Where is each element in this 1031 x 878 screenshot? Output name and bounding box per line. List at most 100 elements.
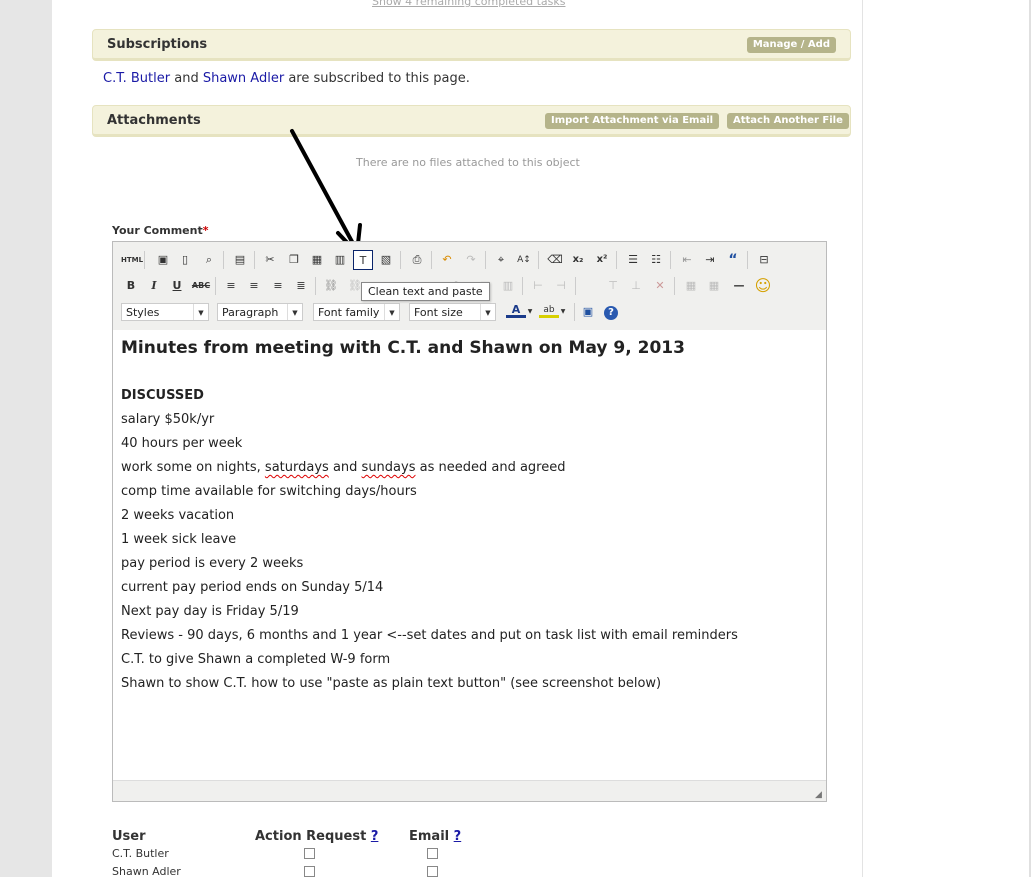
content-heading: Minutes from meeting with C.T. and Shawn… [121,338,685,358]
insert-row-before-icon[interactable]: ⊢ [528,276,548,296]
subscriptions-header: Subscriptions Manage / Add [92,29,851,61]
subscriber-link-shawn-adler[interactable]: Shawn Adler [203,71,284,86]
column-header-action-request-label: Action Request [255,829,367,844]
table-row-user-name: C.T. Butler [112,847,169,860]
attachments-header: Attachments Import Attachment via Email … [92,105,851,137]
no-files-message: There are no files attached to this obje… [356,156,580,169]
merge-cells-icon[interactable]: ▦ [704,276,724,296]
numbered-list-icon[interactable]: ☰ [623,250,643,270]
content-line: salary $50k/yr [121,412,215,427]
chevron-down-icon[interactable]: ▼ [526,302,534,322]
table-cell-props-icon[interactable]: ▥ [498,276,518,296]
bullet-list-icon[interactable]: ☷ [646,250,666,270]
outdent-icon[interactable]: ⇤ [677,250,697,270]
chevron-down-icon: ▼ [384,304,399,320]
cut-icon[interactable]: ✂ [260,250,280,270]
remove-format-icon[interactable]: ⌫ [545,250,565,270]
attachments-title: Attachments [107,113,201,128]
font-family-dropdown[interactable]: Font family ▼ [313,303,400,321]
toolbar-separator [574,303,575,321]
paste-text-icon[interactable]: ▥ [330,250,350,270]
subscriptions-title: Subscriptions [107,37,208,52]
editor-content-area[interactable]: Minutes from meeting with C.T. and Shawn… [121,336,821,696]
content-line: Reviews - 90 days, 6 months and 1 year <… [121,628,738,643]
chevron-down-icon[interactable]: ▼ [559,302,567,322]
replace-icon[interactable]: A↕ [514,250,534,270]
misspelled-word[interactable]: sundays [362,460,416,475]
insert-col-before-icon[interactable]: ⊤ [603,276,623,296]
toolbar-separator [747,251,748,269]
resize-grip-icon[interactable]: ◢ [815,790,825,800]
superscript-icon[interactable]: x² [592,250,612,270]
undo-icon[interactable]: ↶ [437,250,457,270]
action-request-help-link[interactable]: ? [371,829,379,844]
manage-add-button[interactable]: Manage / Add [746,37,836,53]
fullscreen-icon[interactable]: ▣ [578,302,598,322]
subscriber-link-ct-butler[interactable]: C.T. Butler [103,71,170,86]
format-dropdown[interactable]: Paragraph ▼ [217,303,303,321]
strikethrough-button[interactable]: ABC [191,276,211,296]
insert-col-after-icon[interactable]: ⊥ [626,276,646,296]
toolbar-separator [431,251,432,269]
subscript-icon[interactable]: x₂ [568,250,588,270]
attach-another-file-button[interactable]: Attach Another File [727,113,849,129]
tooltip-clean-text-paste: Clean text and paste [361,282,490,301]
show-remaining-tasks-link[interactable]: Show 4 remaining completed tasks [372,0,565,8]
underline-button[interactable]: U [167,276,187,296]
chevron-down-icon: ▼ [480,304,495,320]
arrow-shaft [290,129,358,251]
email-help-link[interactable]: ? [454,829,462,844]
highlight-color-icon[interactable]: ab [539,302,559,318]
email-checkbox[interactable] [427,848,438,859]
new-document-icon[interactable]: ▯ [175,250,195,270]
toolbar-separator [538,251,539,269]
toolbar-separator [670,251,671,269]
align-right-icon[interactable]: ≡ [268,276,288,296]
toolbar-separator [616,251,617,269]
save-icon[interactable]: ▣ [153,250,173,270]
styles-dropdown[interactable]: Styles ▼ [121,303,209,321]
align-left-icon[interactable]: ≡ [221,276,241,296]
format-dropdown-value: Paragraph [222,306,279,319]
blockquote-icon[interactable]: “ [723,250,743,270]
toolbar-separator [223,251,224,269]
toolbar-separator [144,251,145,269]
email-checkbox[interactable] [427,866,438,877]
copy-icon[interactable]: ❐ [284,250,304,270]
paste-icon[interactable]: ▦ [307,250,327,270]
column-header-email: Email ? [409,829,461,844]
subscribers-suffix: are subscribed to this page. [288,71,470,86]
split-cells-icon[interactable]: ▦ [681,276,701,296]
italic-button[interactable]: I [144,276,164,296]
font-size-dropdown[interactable]: Font size ▼ [409,303,496,321]
align-center-icon[interactable]: ≡ [244,276,264,296]
subscribers-connector: and [174,71,199,86]
indent-icon[interactable]: ⇥ [700,250,720,270]
help-icon[interactable]: ? [601,302,621,322]
print-icon[interactable]: ⎙ [407,250,427,270]
preview-icon[interactable]: ⌕ [199,250,219,270]
toolbar-separator [485,251,486,269]
insert-row-after-icon[interactable]: ⊣ [551,276,571,296]
text-color-icon[interactable]: A [506,302,526,318]
chevron-down-icon: ▼ [193,304,208,320]
paste-word-icon[interactable]: ▧ [376,250,396,270]
html-source-button[interactable]: HTML [121,250,143,270]
emoticon-icon[interactable]: ☺ [753,276,773,296]
bold-button[interactable]: B [121,276,141,296]
align-justify-icon[interactable]: ≣ [291,276,311,296]
template-icon[interactable]: ▤ [230,250,250,270]
redo-icon[interactable]: ↷ [461,250,481,270]
page-break-icon[interactable]: ⊟ [754,250,774,270]
import-attachment-button[interactable]: Import Attachment via Email [545,113,720,129]
content-text: as needed and agreed [415,460,566,475]
action-request-checkbox[interactable] [304,848,315,859]
right-gutter [862,0,1031,877]
delete-col-icon[interactable]: ✕ [650,276,670,296]
clean-text-paste-icon[interactable]: T [353,250,373,270]
find-icon[interactable]: ⌖ [491,250,511,270]
action-request-checkbox[interactable] [304,866,315,877]
link-icon[interactable]: ⛓ [321,276,341,296]
misspelled-word[interactable]: saturdays [265,460,329,475]
horizontal-rule-icon[interactable]: — [729,276,749,296]
